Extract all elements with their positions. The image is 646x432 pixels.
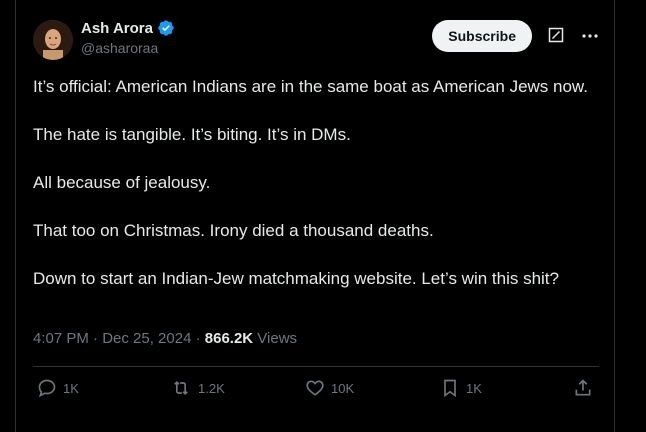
views-count: 866.2K bbox=[204, 330, 254, 347]
repost-button[interactable]: 1.2K bbox=[170, 378, 225, 398]
repost-icon bbox=[170, 378, 192, 398]
grok-icon[interactable] bbox=[548, 27, 564, 43]
tweet-text: It’s official: American Indians are in t… bbox=[33, 75, 593, 315]
tweet-meta: 4:07 PM · Dec 25, 2024 · 866.2K Views bbox=[33, 330, 297, 347]
like-count: 10K bbox=[331, 380, 355, 396]
divider bbox=[33, 366, 599, 367]
author-block: Ash Arora @asharoraa bbox=[81, 19, 175, 56]
heart-icon bbox=[305, 378, 325, 398]
reply-icon bbox=[37, 378, 57, 398]
reply-button[interactable]: 1K bbox=[37, 378, 79, 398]
avatar[interactable] bbox=[33, 20, 73, 60]
bookmark-icon bbox=[440, 378, 460, 398]
timestamp[interactable]: 4:07 PM · Dec 25, 2024 · bbox=[33, 330, 205, 347]
author-name[interactable]: Ash Arora bbox=[81, 20, 153, 37]
bookmark-count: 1K bbox=[466, 380, 482, 396]
share-icon bbox=[573, 378, 593, 398]
author-handle[interactable]: @asharoraa bbox=[81, 40, 175, 56]
repost-count: 1.2K bbox=[198, 380, 225, 396]
tweet-header: Ash Arora @asharoraa Subscribe bbox=[33, 18, 600, 62]
verified-badge-icon[interactable] bbox=[157, 19, 175, 37]
tweet-paragraph: All because of jealousy. bbox=[33, 173, 211, 192]
tweet-paragraph: The hate is tangible. It’s biting. It’s … bbox=[33, 125, 351, 144]
more-icon[interactable] bbox=[580, 26, 600, 46]
reply-count: 1K bbox=[63, 380, 79, 396]
tweet-paragraph: That too on Christmas. Irony died a thou… bbox=[33, 221, 434, 240]
action-bar: 1K 1.2K 10K 1K bbox=[33, 378, 599, 404]
tweet-paragraph: Down to start an Indian-Jew matchmaking … bbox=[33, 269, 559, 288]
bookmark-button[interactable]: 1K bbox=[440, 378, 482, 398]
share-button[interactable] bbox=[573, 378, 593, 398]
tweet-paragraph: It’s official: American Indians are in t… bbox=[33, 77, 588, 96]
views-label: Views bbox=[253, 330, 298, 347]
like-button[interactable]: 10K bbox=[305, 378, 354, 398]
subscribe-button[interactable]: Subscribe bbox=[432, 20, 532, 52]
